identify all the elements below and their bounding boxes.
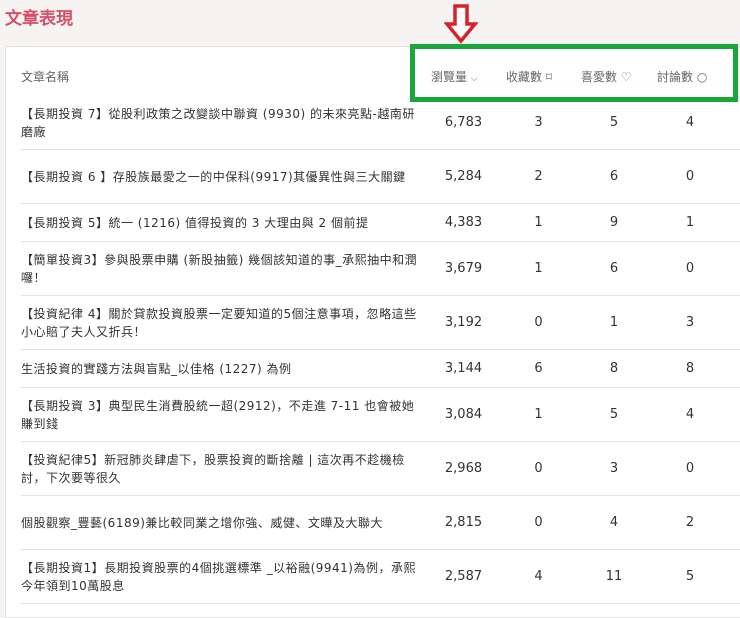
likes-count: 11 [605,569,623,584]
comments-count: 4 [685,115,695,130]
page-title: 文章表現 [5,9,73,29]
article-table: 文章名稱 瀏覽量 ⌵ 收藏數 ⌑ 喜愛數 ♡ 討論數 ○ 【長期投資 7】從股利… [5,46,740,618]
saves-count: 3 [534,115,543,130]
views-count: 5,284 [444,169,483,184]
saves-count: 1 [534,407,543,422]
table-row[interactable]: 【長期投資 6 】存股族最愛之一的中保科(9917)其優異性與三大關鍵 5,28… [21,150,740,204]
article-title-link[interactable]: 生活投資的實踐方法與盲點_以佳格 (1227) 為例 [21,360,426,378]
article-title-link[interactable]: 【長期投資 3】典型民生消費股統一超(2912)，不走進 7-11 也會被她賺到… [21,397,426,433]
comments-count: 1 [685,215,695,230]
views-count: 3,144 [444,361,483,376]
table-row[interactable]: 【投資紀律 4】關於貸款投資股票一定要知道的5個注意事項，忽略這些小心賠了夫人又… [21,296,740,350]
arrow-down-icon [444,4,478,44]
likes-count: 5 [609,115,619,130]
saves-count: 2 [534,169,543,184]
table-row[interactable]: 【長期投資1】長期投資股票的4個挑選標準 _以裕融(9941)為例，承熙今年領到… [21,550,740,604]
highlight-box [410,44,738,102]
table-row[interactable]: 生活投資的實踐方法與盲點_以佳格 (1227) 為例 3,144 6 8 8 [21,350,740,388]
comments-count: 0 [685,261,695,276]
table-row[interactable]: 【投資紀律5】新冠肺炎肆虐下，股票投資的斷捨離 | 這次再不趁機檢討，下次要等很… [21,442,740,496]
table-body: 【長期投資 7】從股利政策之改變談中聯資 (9930) 的未來亮點-越南研磨廠 … [21,96,740,604]
saves-count: 0 [534,515,543,530]
likes-count: 9 [609,215,619,230]
saves-count: 1 [534,261,543,276]
article-title-link[interactable]: 【長期投資1】長期投資股票的4個挑選標準 _以裕融(9941)為例，承熙今年領到… [21,559,426,595]
comments-count: 0 [685,461,695,476]
table-row[interactable]: 【長期投資 7】從股利政策之改變談中聯資 (9930) 的未來亮點-越南研磨廠 … [21,96,740,150]
likes-count: 6 [609,169,619,184]
header-article-name: 文章名稱 [21,70,70,84]
table-row[interactable]: 【長期投資 3】典型民生消費股統一超(2912)，不走進 7-11 也會被她賺到… [21,388,740,442]
comments-count: 0 [685,169,695,184]
views-count: 2,968 [444,461,483,476]
saves-count: 4 [534,569,543,584]
views-count: 4,383 [444,215,483,230]
views-count: 3,679 [444,261,483,276]
comments-count: 8 [685,361,695,376]
saves-count: 1 [534,215,543,230]
table-row[interactable]: 【簡單投資3】參與股票申購 (新股抽籤) 幾個該知道的事_承熙抽中和潤囉！ 3,… [21,242,740,296]
article-title-link[interactable]: 個股觀察_豐藝(6189)兼比較同業之增你強、威健、文曄及大聯大 [21,514,426,532]
comments-count: 4 [685,407,695,422]
comments-count: 5 [685,569,695,584]
views-count: 3,192 [444,315,483,330]
saves-count: 0 [534,461,543,476]
article-title-link[interactable]: 【長期投資 5】統一 (1216) 值得投資的 3 大理由與 2 個前提 [21,214,426,232]
views-count: 6,783 [444,115,483,130]
likes-count: 8 [609,361,619,376]
comments-count: 3 [685,315,695,330]
table-row[interactable]: 【長期投資 5】統一 (1216) 值得投資的 3 大理由與 2 個前提 4,3… [21,204,740,242]
saves-count: 6 [534,361,543,376]
table-row[interactable]: 個股觀察_豐藝(6189)兼比較同業之增你強、威健、文曄及大聯大 2,815 0… [21,496,740,550]
views-count: 2,815 [444,515,483,530]
article-title-link[interactable]: 【簡單投資3】參與股票申購 (新股抽籤) 幾個該知道的事_承熙抽中和潤囉！ [21,251,426,287]
comments-count: 2 [685,515,695,530]
views-count: 3,084 [444,407,483,422]
likes-count: 3 [609,461,619,476]
article-title-link[interactable]: 【投資紀律 4】關於貸款投資股票一定要知道的5個注意事項，忽略這些小心賠了夫人又… [21,305,426,341]
likes-count: 5 [609,407,619,422]
article-title-link[interactable]: 【長期投資 6 】存股族最愛之一的中保科(9917)其優異性與三大關鍵 [21,168,426,186]
views-count: 2,587 [444,569,483,584]
article-title-link[interactable]: 【長期投資 7】從股利政策之改變談中聯資 (9930) 的未來亮點-越南研磨廠 [21,105,426,141]
likes-count: 4 [609,515,619,530]
saves-count: 0 [534,315,543,330]
likes-count: 1 [609,315,619,330]
likes-count: 6 [609,261,619,276]
article-title-link[interactable]: 【投資紀律5】新冠肺炎肆虐下，股票投資的斷捨離 | 這次再不趁機檢討，下次要等很… [21,451,426,487]
